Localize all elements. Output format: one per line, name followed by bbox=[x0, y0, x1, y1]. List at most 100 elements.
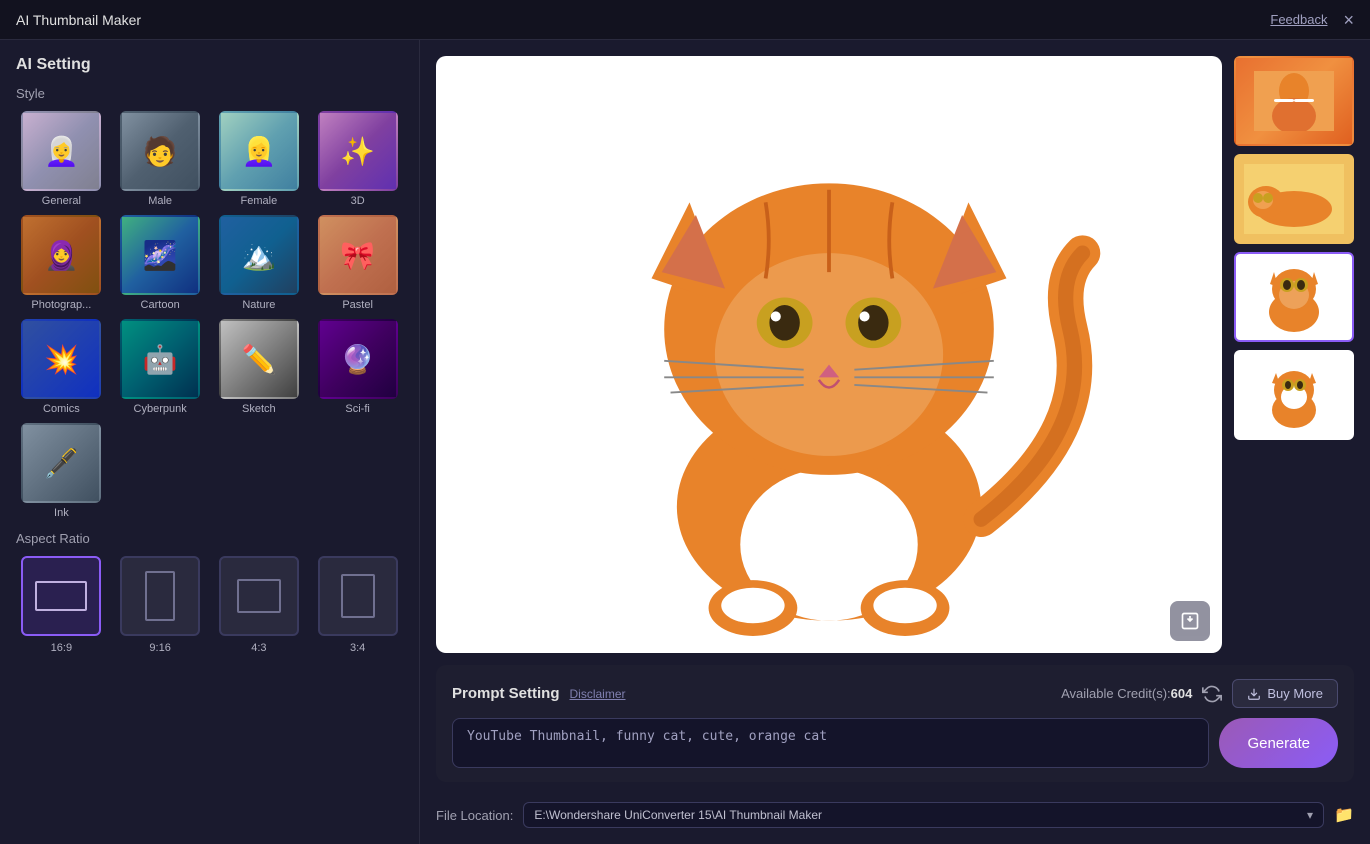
style-item-scifi[interactable]: 🔮 Sci-fi bbox=[312, 319, 403, 415]
thumbnail-3[interactable] bbox=[1234, 252, 1354, 342]
download-icon-small bbox=[1247, 687, 1261, 701]
prompt-header: Prompt Setting Disclaimer Available Cred… bbox=[452, 679, 1338, 708]
titlebar: AI Thumbnail Maker Feedback × bbox=[0, 0, 1370, 40]
thumbnail-4[interactable] bbox=[1234, 350, 1354, 440]
style-item-comics[interactable]: 💥 Comics bbox=[16, 319, 107, 415]
style-label-female: Female bbox=[241, 195, 278, 207]
style-label-general: General bbox=[42, 195, 81, 207]
disclaimer-link[interactable]: Disclaimer bbox=[570, 687, 626, 701]
buy-more-label: Buy More bbox=[1267, 686, 1323, 701]
style-thumb-sketch: ✏️ bbox=[219, 319, 299, 399]
style-label-cartoon: Cartoon bbox=[141, 299, 180, 311]
content-area: Prompt Setting Disclaimer Available Cred… bbox=[420, 40, 1370, 844]
style-img-pastel: 🎀 bbox=[320, 217, 396, 293]
style-item-sketch[interactable]: ✏️ Sketch bbox=[214, 319, 305, 415]
style-img-ink: 🖋️ bbox=[23, 425, 99, 501]
thumbnails-strip bbox=[1234, 56, 1354, 653]
prompt-input[interactable]: YouTube Thumbnail, funny cat, cute, oran… bbox=[452, 718, 1209, 768]
aspect-item-16-9[interactable]: 16:9 bbox=[16, 556, 107, 654]
file-path-select[interactable]: E:\Wondershare UniConverter 15\AI Thumbn… bbox=[523, 802, 1324, 828]
style-thumb-female: 👱‍♀️ bbox=[219, 111, 299, 191]
aspect-inner-3-4 bbox=[341, 574, 375, 618]
refresh-icon[interactable] bbox=[1202, 684, 1222, 704]
main-image-container bbox=[436, 56, 1222, 653]
thumb-img-4 bbox=[1254, 355, 1334, 435]
style-label-3d: 3D bbox=[351, 195, 365, 207]
generate-button[interactable]: Generate bbox=[1219, 718, 1338, 768]
style-item-nature[interactable]: 🏔️ Nature bbox=[214, 215, 305, 311]
aspect-thumb-9-16 bbox=[120, 556, 200, 636]
ai-setting-title: AI Setting bbox=[16, 56, 403, 74]
prompt-title-row: Prompt Setting Disclaimer bbox=[452, 685, 626, 702]
style-img-photograph: 🧕 bbox=[23, 217, 99, 293]
style-label-cyberpunk: Cyberpunk bbox=[134, 403, 187, 415]
style-img-general: 👩‍🦳 bbox=[23, 113, 99, 189]
style-item-pastel[interactable]: 🎀 Pastel bbox=[312, 215, 403, 311]
titlebar-controls: Feedback × bbox=[1270, 11, 1354, 29]
aspect-thumb-16-9 bbox=[21, 556, 101, 636]
style-img-sketch: ✏️ bbox=[221, 321, 297, 397]
style-item-female[interactable]: 👱‍♀️ Female bbox=[214, 111, 305, 207]
style-item-general[interactable]: 👩‍🦳 General bbox=[16, 111, 107, 207]
aspect-thumb-3-4 bbox=[318, 556, 398, 636]
style-label-pastel: Pastel bbox=[342, 299, 373, 311]
style-thumb-general: 👩‍🦳 bbox=[21, 111, 101, 191]
folder-icon[interactable]: 📁 bbox=[1334, 805, 1354, 825]
aspect-label-3-4: 3:4 bbox=[350, 642, 365, 654]
aspect-item-3-4[interactable]: 3:4 bbox=[312, 556, 403, 654]
sidebar: AI Setting Style 👩‍🦳 General 🧑 Male 👱‍♀️ bbox=[0, 40, 420, 844]
aspect-item-4-3[interactable]: 4:3 bbox=[214, 556, 305, 654]
style-thumb-nature: 🏔️ bbox=[219, 215, 299, 295]
style-img-male: 🧑 bbox=[122, 113, 198, 189]
credits-label: Available Credit(s):604 bbox=[1061, 686, 1192, 701]
style-item-photograph[interactable]: 🧕 Photograp... bbox=[16, 215, 107, 311]
download-button[interactable] bbox=[1170, 601, 1210, 641]
aspect-inner-9-16 bbox=[145, 571, 175, 621]
style-label-nature: Nature bbox=[242, 299, 275, 311]
style-label-sketch: Sketch bbox=[242, 403, 276, 415]
thumbnail-2[interactable] bbox=[1234, 154, 1354, 244]
thumb-img-2 bbox=[1244, 164, 1344, 234]
image-preview-area bbox=[436, 56, 1354, 653]
aspect-label-16-9: 16:9 bbox=[51, 642, 72, 654]
prompt-section: Prompt Setting Disclaimer Available Cred… bbox=[436, 665, 1354, 782]
style-thumb-cyberpunk: 🤖 bbox=[120, 319, 200, 399]
aspect-label-9-16: 9:16 bbox=[149, 642, 170, 654]
style-img-cyberpunk: 🤖 bbox=[122, 321, 198, 397]
thumb-img-3 bbox=[1254, 257, 1334, 337]
aspect-ratio-grid: 16:9 9:16 4:3 3:4 bbox=[16, 556, 403, 654]
style-label-comics: Comics bbox=[43, 403, 80, 415]
style-thumb-cartoon: 🌌 bbox=[120, 215, 200, 295]
style-label-photograph: Photograp... bbox=[31, 299, 91, 311]
style-item-cartoon[interactable]: 🌌 Cartoon bbox=[115, 215, 206, 311]
thumbnail-1[interactable] bbox=[1234, 56, 1354, 146]
style-img-nature: 🏔️ bbox=[221, 217, 297, 293]
style-item-3d[interactable]: ✨ 3D bbox=[312, 111, 403, 207]
buy-more-button[interactable]: Buy More bbox=[1232, 679, 1338, 708]
style-img-3d: ✨ bbox=[320, 113, 396, 189]
close-button[interactable]: × bbox=[1343, 11, 1354, 29]
style-item-cyberpunk[interactable]: 🤖 Cyberpunk bbox=[115, 319, 206, 415]
style-img-cartoon: 🌌 bbox=[122, 217, 198, 293]
file-location-bar: File Location: E:\Wondershare UniConvert… bbox=[436, 794, 1354, 828]
file-location-label: File Location: bbox=[436, 808, 513, 823]
style-label-male: Male bbox=[148, 195, 172, 207]
style-item-male[interactable]: 🧑 Male bbox=[115, 111, 206, 207]
style-thumb-scifi: 🔮 bbox=[318, 319, 398, 399]
aspect-inner-4-3 bbox=[237, 579, 281, 613]
style-thumb-pastel: 🎀 bbox=[318, 215, 398, 295]
aspect-thumb-4-3 bbox=[219, 556, 299, 636]
style-thumb-photograph: 🧕 bbox=[21, 215, 101, 295]
aspect-item-9-16[interactable]: 9:16 bbox=[115, 556, 206, 654]
thumb-img-1 bbox=[1254, 71, 1334, 131]
style-thumb-3d: ✨ bbox=[318, 111, 398, 191]
style-item-ink[interactable]: 🖋️ Ink bbox=[16, 423, 107, 519]
aspect-label-4-3: 4:3 bbox=[251, 642, 266, 654]
style-label-ink: Ink bbox=[54, 507, 69, 519]
dropdown-arrow: ▾ bbox=[1307, 808, 1313, 822]
aspect-inner-16-9 bbox=[35, 581, 87, 611]
feedback-link[interactable]: Feedback bbox=[1270, 12, 1327, 27]
credits-row: Available Credit(s):604 Buy More bbox=[1061, 679, 1338, 708]
file-path-text: E:\Wondershare UniConverter 15\AI Thumbn… bbox=[534, 808, 1299, 822]
download-icon bbox=[1180, 611, 1200, 631]
